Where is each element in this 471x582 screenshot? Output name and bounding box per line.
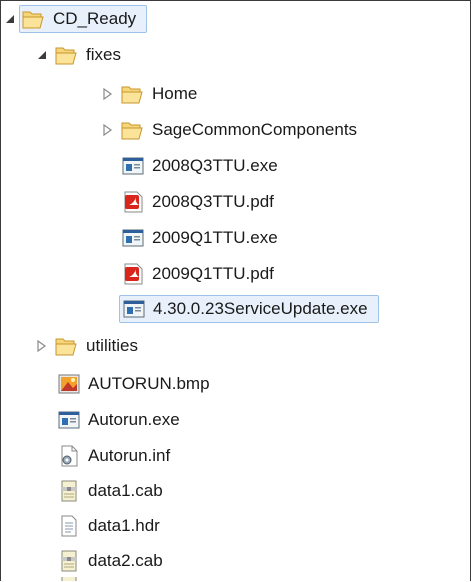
tree-node-file[interactable]: 2009Q1TTU.pdf	[121, 257, 278, 291]
tree-node-label: data2.cab	[88, 551, 163, 570]
folder-open-icon	[22, 8, 46, 30]
expanded-triangle-icon[interactable]	[35, 48, 49, 62]
tree-node-file[interactable]: data1.cab	[57, 474, 167, 508]
collapsed-triangle-icon[interactable]	[101, 87, 115, 101]
exe-icon	[121, 155, 145, 177]
tree-node-label: AUTORUN.bmp	[88, 374, 210, 393]
tree-node-file[interactable]: data2.cab	[57, 544, 167, 578]
exe-icon	[122, 298, 146, 320]
pdf-icon	[121, 191, 145, 213]
inf-icon	[57, 445, 81, 467]
tree-node-file[interactable]: 2008Q3TTU.pdf	[121, 185, 278, 219]
collapsed-triangle-icon[interactable]	[35, 339, 49, 353]
tree-node-label: Autorun.exe	[88, 410, 180, 429]
cab-icon	[57, 550, 81, 572]
text-file-icon	[57, 515, 81, 537]
tree-node-label: 4.30.0.23ServiceUpdate.exe	[153, 299, 368, 318]
folder-open-icon	[55, 44, 79, 66]
tree-node-sagecommoncomponents[interactable]: SageCommonComponents	[101, 113, 361, 147]
tree-node-file-selected[interactable]: 4.30.0.23ServiceUpdate.exe	[119, 292, 379, 326]
tree-node-file[interactable]: 2008Q3TTU.exe	[121, 149, 282, 183]
tree-node-label: 2009Q1TTU.pdf	[152, 264, 274, 283]
folder-open-icon	[55, 335, 79, 357]
tree-node-label: CD_Ready	[53, 9, 137, 28]
bmp-icon	[57, 373, 81, 395]
collapsed-triangle-icon[interactable]	[101, 123, 115, 137]
folder-open-icon	[121, 83, 145, 105]
folder-open-icon	[121, 119, 145, 141]
tree-node-label: data1.cab	[88, 481, 163, 500]
tree-node-file[interactable]: data1.hdr	[57, 509, 164, 543]
expanded-triangle-icon[interactable]	[3, 12, 17, 26]
tree-node-label: SageCommonComponents	[152, 120, 358, 139]
tree-node-file[interactable]: Autorun.exe	[57, 403, 184, 437]
tree-node-file[interactable]: Autorun.inf	[57, 439, 174, 473]
tree-node-label: 2009Q1TTU.exe	[152, 228, 278, 247]
tree-node-label: fixes	[86, 45, 121, 64]
tree-node-label: 2008Q3TTU.exe	[152, 156, 278, 175]
tree-node-label: 2008Q3TTU.pdf	[152, 192, 274, 211]
project-explorer-tree: CD_Ready fixes Home SageCommonComponents	[0, 0, 471, 581]
file-icon	[57, 577, 81, 581]
exe-icon	[121, 227, 145, 249]
tree-node-cd-ready[interactable]: CD_Ready	[3, 2, 148, 36]
tree-node-file[interactable]: 2009Q1TTU.exe	[121, 221, 282, 255]
cab-icon	[57, 480, 81, 502]
tree-node-fixes[interactable]: fixes	[35, 38, 125, 72]
tree-node-file[interactable]: AUTORUN.bmp	[57, 367, 214, 401]
tree-node-cutoff	[57, 577, 87, 581]
tree-node-label: data1.hdr	[88, 516, 160, 535]
tree-node-label: utilities	[86, 336, 138, 355]
exe-icon	[57, 409, 81, 431]
tree-node-home[interactable]: Home	[101, 77, 201, 111]
tree-node-utilities[interactable]: utilities	[35, 329, 142, 363]
tree-node-label: Home	[152, 84, 198, 103]
tree-node-label: Autorun.inf	[88, 446, 171, 465]
pdf-icon	[121, 263, 145, 285]
